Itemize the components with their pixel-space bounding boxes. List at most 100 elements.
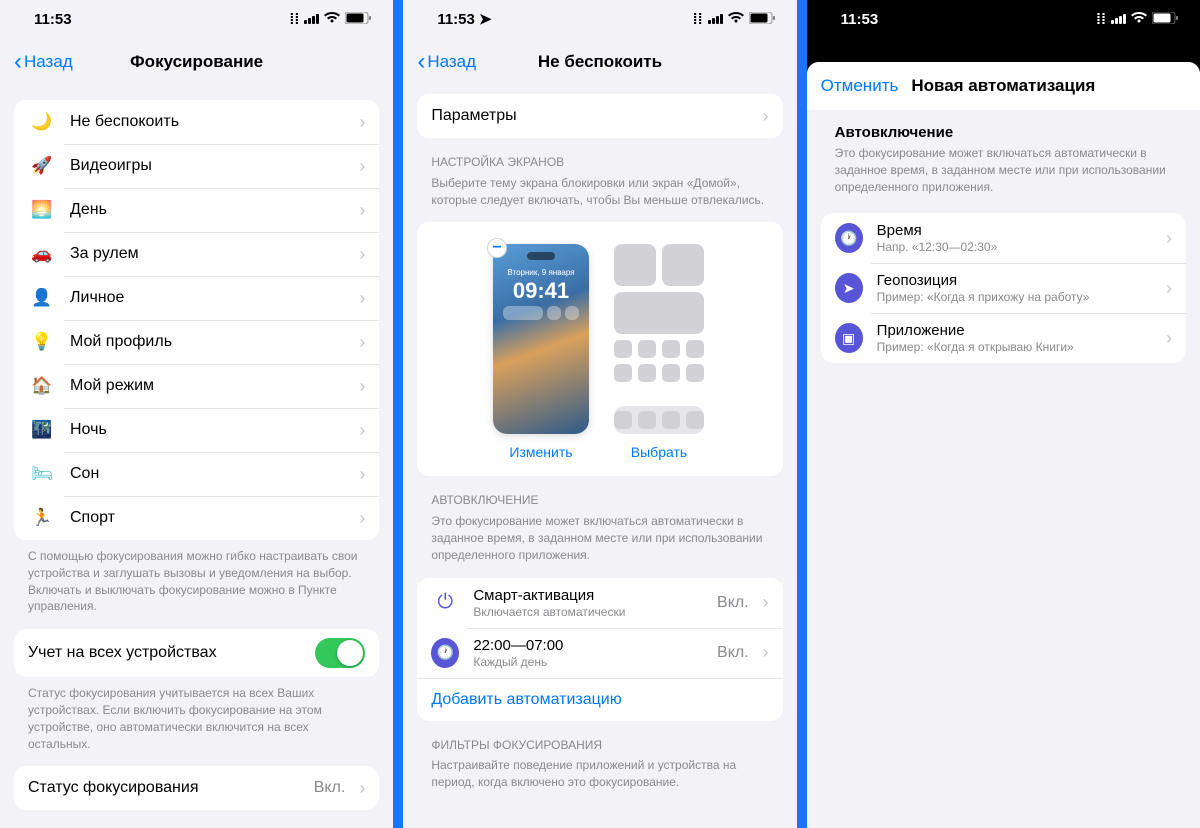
option-sub: Пример: «Когда я прихожу на работу»	[877, 290, 1152, 304]
option-sub: Пример: «Когда я открываю Книги»	[877, 340, 1152, 354]
focus-mode-row[interactable]: 🚀 Видеоигры ›	[14, 144, 379, 188]
wifi-icon	[324, 11, 340, 28]
sync-label: Учет на всех устройствах	[28, 644, 301, 662]
focus-mode-row[interactable]: 🚗 За рулем ›	[14, 232, 379, 276]
status-bar: 11:53 ⁞⁞	[0, 0, 393, 38]
mode-label: Мой профиль	[70, 333, 345, 351]
mode-icon: 🏃	[28, 508, 56, 528]
lockscreen-col: − Вторник, 9 января 09:41 Изменить	[493, 244, 589, 460]
focus-mode-row[interactable]: 🛏 Сон ›	[14, 452, 379, 496]
chevron-right-icon: ›	[763, 642, 769, 663]
choose-link[interactable]: Выбрать	[631, 444, 687, 460]
homescreen-col: Выбрать	[611, 244, 707, 460]
modal-sheet: Отменить Новая автоматизация Автовключен…	[807, 62, 1200, 828]
mode-label: Мой режим	[70, 377, 345, 395]
automation-option-row[interactable]: ➤ Геопозиция Пример: «Когда я прихожу на…	[821, 263, 1186, 313]
sync-row[interactable]: Учет на всех устройствах	[14, 629, 379, 677]
back-button[interactable]: ‹ Назад	[417, 50, 476, 74]
sched-sub: Каждый день	[473, 655, 703, 669]
status-bar: 11:53 ➤ ⁞⁞	[403, 0, 796, 38]
schedule-row[interactable]: 🕐 22:00—07:00 Каждый день Вкл. ›	[417, 628, 782, 678]
section-title: Автовключение	[835, 124, 1172, 141]
mode-icon: 🌃	[28, 420, 56, 440]
smart-activation-row[interactable]: ⏻ Смарт-активация Включается автоматичес…	[417, 578, 782, 628]
mode-icon: 🚀	[28, 156, 56, 176]
focus-mode-row[interactable]: 👤 Личное ›	[14, 276, 379, 320]
chevron-right-icon: ›	[1166, 228, 1172, 249]
homescreen-preview[interactable]	[611, 244, 707, 434]
mode-label: Сон	[70, 465, 345, 483]
clock-icon: 🕐	[431, 638, 459, 668]
automation-option-row[interactable]: ▣ Приложение Пример: «Когда я открываю К…	[821, 313, 1186, 363]
mode-label: Ночь	[70, 421, 345, 439]
change-link[interactable]: Изменить	[509, 444, 572, 460]
automation-option-row[interactable]: 🕐 Время Напр. «12:30—02:30» ›	[821, 213, 1186, 263]
status-time: 11:53	[841, 11, 879, 28]
mode-icon: 🏠	[28, 376, 56, 396]
focus-modes-list: 🌙 Не беспокоить ›🚀 Видеоигры ›🌅 День ›🚗 …	[14, 100, 379, 540]
sync-card: Учет на всех устройствах	[14, 629, 379, 677]
chevron-right-icon: ›	[359, 464, 365, 485]
status-indicators: ⁞⁞	[289, 11, 371, 28]
content-scroll[interactable]: 🌙 Не беспокоить ›🚀 Видеоигры ›🌅 День ›🚗 …	[0, 86, 393, 828]
sched-value: Вкл.	[717, 644, 749, 662]
dual-sim-icon: ⁞⁞	[1096, 11, 1106, 28]
section-desc: Это фокусирование может включаться автом…	[835, 145, 1172, 195]
chevron-left-icon: ‹	[14, 50, 22, 74]
mode-label: Не беспокоить	[70, 113, 345, 131]
remove-icon[interactable]: −	[487, 238, 507, 258]
lock-widgets	[503, 306, 579, 320]
power-icon: ⏻	[431, 591, 459, 614]
filters-desc: Настраивайте поведение приложений и устр…	[417, 757, 782, 791]
status-time: 11:53 ➤	[437, 10, 491, 28]
app-icon: ▣	[835, 323, 863, 353]
focus-mode-row[interactable]: 🌃 Ночь ›	[14, 408, 379, 452]
screen-preview: − Вторник, 9 января 09:41 Изменить	[417, 222, 782, 476]
dual-sim-icon: ⁞⁞	[289, 11, 299, 28]
navbar: ‹ Назад Фокусирование	[0, 38, 393, 86]
wifi-icon	[1131, 11, 1147, 28]
chevron-right-icon: ›	[359, 244, 365, 265]
content-scroll[interactable]: Параметры › НАСТРОЙКА ЭКРАНОВ Выберите т…	[403, 86, 796, 828]
content-scroll[interactable]: Автовключение Это фокусирование может вк…	[807, 110, 1200, 828]
modes-footer: С помощью фокусирования можно гибко наст…	[14, 540, 379, 615]
focus-mode-row[interactable]: 💡 Мой профиль ›	[14, 320, 379, 364]
phone-dnd-detail: 11:53 ➤ ⁞⁞ ‹ Назад Не беспокоить Парамет…	[403, 0, 796, 828]
mode-icon: 🌙	[28, 112, 56, 132]
status-indicators: ⁞⁞	[1096, 11, 1178, 28]
auto-card: ⏻ Смарт-активация Включается автоматичес…	[417, 578, 782, 721]
focus-mode-row[interactable]: 🏠 Мой режим ›	[14, 364, 379, 408]
chevron-right-icon: ›	[359, 156, 365, 177]
auto-desc: Это фокусирование может включаться автом…	[417, 513, 782, 563]
wifi-icon	[728, 11, 744, 28]
params-label: Параметры	[431, 107, 748, 125]
lockscreen-preview[interactable]: − Вторник, 9 января 09:41	[493, 244, 589, 434]
status-indicators: ⁞⁞	[693, 11, 775, 28]
focus-mode-row[interactable]: 🌅 День ›	[14, 188, 379, 232]
mode-label: Видеоигры	[70, 157, 345, 175]
signal-icon	[304, 14, 319, 24]
focus-mode-row[interactable]: 🌙 Не беспокоить ›	[14, 100, 379, 144]
chevron-right-icon: ›	[359, 420, 365, 441]
battery-icon	[345, 11, 371, 28]
params-row[interactable]: Параметры ›	[417, 94, 782, 138]
option-label: Геопозиция	[877, 272, 1152, 289]
screens-header: НАСТРОЙКА ЭКРАНОВ	[417, 138, 782, 175]
back-label: Назад	[24, 52, 73, 72]
cancel-button[interactable]: Отменить	[821, 76, 899, 96]
add-automation-link[interactable]: Добавить автоматизацию	[417, 678, 782, 721]
mode-icon: 💡	[28, 332, 56, 352]
mode-label: День	[70, 201, 345, 219]
battery-icon	[749, 11, 775, 28]
mode-label: Личное	[70, 289, 345, 307]
mode-icon: 🛏	[28, 464, 56, 484]
auto-header-block: Автовключение Это фокусирование может вк…	[821, 110, 1186, 199]
sync-toggle[interactable]	[315, 638, 365, 668]
status-card: Статус фокусирования Вкл. ›	[14, 766, 379, 810]
chevron-right-icon: ›	[359, 778, 365, 799]
mode-label: За рулем	[70, 245, 345, 263]
status-row[interactable]: Статус фокусирования Вкл. ›	[14, 766, 379, 810]
focus-mode-row[interactable]: 🏃 Спорт ›	[14, 496, 379, 540]
smart-sub: Включается автоматически	[473, 605, 703, 619]
back-button[interactable]: ‹ Назад	[14, 50, 73, 74]
